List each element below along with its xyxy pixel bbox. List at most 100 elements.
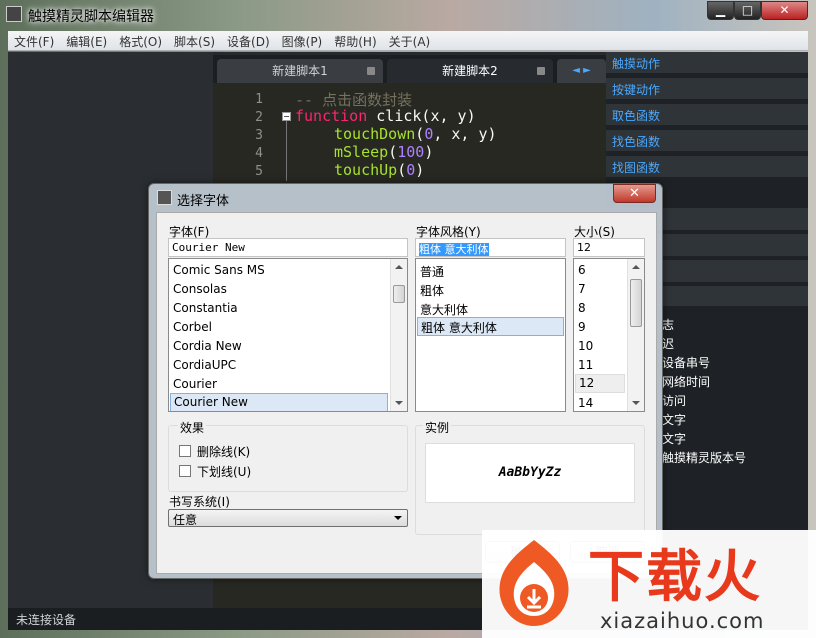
font-sample: AaBbYyZz [425,443,635,503]
font-option-selected[interactable]: Courier New [170,393,388,411]
underline-label: 下划线(U) [197,465,252,479]
menu-about[interactable]: 关于(A) [383,31,437,52]
font-list[interactable]: Comic Sans MS Consolas Constantia Corbel… [168,258,408,412]
brand-url: xiazaihuo.com [600,609,765,633]
size-option[interactable]: 14 [578,396,593,410]
panel-item[interactable]: 设备串号 [662,354,710,371]
maximize-button[interactable]: □ [734,1,761,20]
size-option[interactable]: 8 [578,301,586,315]
panel-item[interactable]: 访问 [662,392,686,409]
code-text: ( [415,125,425,143]
menu-file[interactable]: 文件(F) [8,31,60,52]
font-dialog: 选择字体 ✕ 字体(F) Courier New Comic Sans MS C… [148,183,663,579]
panel-item[interactable]: 迟 [662,335,674,352]
close-button[interactable]: ✕ [761,1,808,20]
panel-item[interactable]: 文字 [662,411,686,428]
style-option[interactable]: 粗体 [420,282,444,299]
watermark: 下载火 xiazaihuo.com [482,530,816,638]
tab-label: 新建脚本2 [442,64,498,78]
code-number: 0 [406,161,416,179]
menu-edit[interactable]: 编辑(E) [60,31,113,52]
font-option[interactable]: Courier [173,377,217,391]
font-option[interactable]: Comic Sans MS [173,263,265,277]
size-list-scrollbar[interactable] [627,259,644,411]
size-option-selected[interactable]: 12 [575,374,625,393]
script-select[interactable]: 任意 [168,509,408,527]
font-option[interactable]: Cordia New [173,339,242,353]
tab-script-2[interactable]: 新建脚本2 [387,59,553,83]
scroll-thumb[interactable] [630,279,642,327]
size-input[interactable]: 12 [573,238,645,257]
code-keyword: function [295,107,368,125]
chevron-down-icon [394,516,402,520]
menu-image[interactable]: 图像(P) [276,31,329,52]
strikeout-checkbox[interactable] [179,445,191,457]
scroll-thumb[interactable] [393,285,405,303]
style-option[interactable]: 普通 [420,263,444,280]
style-option-selected[interactable]: 粗体 意大利体 [417,317,564,336]
style-list[interactable]: 普通 粗体 意大利体 粗体 意大利体 [415,258,566,412]
tab-script-1[interactable]: 新建脚本1 [217,59,383,83]
strikeout-label: 删除线(K) [197,445,251,459]
code-text: ( [388,143,398,161]
style-input-value: 粗体 意大利体 [419,243,489,256]
font-input[interactable]: Courier New [168,238,408,257]
panel-item[interactable]: 志 [662,316,674,333]
code-text: click(x, y) [367,107,476,125]
tab-close-icon[interactable] [367,67,375,75]
scroll-up-icon[interactable] [395,265,403,269]
connection-status: 未连接设备 [16,613,77,627]
size-option[interactable]: 9 [578,320,586,334]
script-label: 书写系统(I) [169,495,230,509]
font-list-scrollbar[interactable] [390,259,407,411]
tab-next-icon[interactable]: ► [583,65,591,76]
effects-label: 效果 [178,419,207,436]
size-list[interactable]: 6 7 8 9 10 11 12 14 [573,258,645,412]
style-option[interactable]: 意大利体 [420,301,468,318]
code-number: 100 [397,143,425,161]
dialog-close-button[interactable]: ✕ [613,184,656,203]
tab-scroll-buttons: ◄ ► [557,59,606,83]
code-line: function click(x, y) [295,107,476,125]
line-number: 4 [255,146,263,161]
title-bar: 触摸精灵脚本编辑器 ▁ □ ✕ [0,0,816,30]
menu-help[interactable]: 帮助(H) [328,31,382,52]
dialog-icon [157,190,172,205]
menu-format[interactable]: 格式(O) [113,31,168,52]
code-line: mSleep(100) [334,143,433,161]
key-action-button[interactable]: 按键动作 [606,78,808,99]
font-option[interactable]: CordiaUPC [173,358,236,372]
underline-checkbox[interactable] [179,465,191,477]
scroll-down-icon[interactable] [632,401,640,405]
fold-guide [286,121,287,181]
tab-prev-icon[interactable]: ◄ [572,65,580,76]
size-option[interactable]: 10 [578,339,593,353]
panel-item[interactable]: 触摸精灵版本号 [662,449,746,466]
find-image-button[interactable]: 找图函数 [606,156,808,177]
minimize-button[interactable]: ▁ [707,1,734,20]
panel-item[interactable]: 文字 [662,430,686,447]
style-input[interactable]: 粗体 意大利体 [415,238,566,257]
size-option[interactable]: 6 [578,263,586,277]
fold-toggle-icon[interactable]: − [282,112,291,121]
size-option[interactable]: 7 [578,282,586,296]
scroll-up-icon[interactable] [632,265,640,269]
menu-script[interactable]: 脚本(S) [168,31,221,52]
app-icon [6,6,22,22]
size-option[interactable]: 11 [578,358,593,372]
font-option[interactable]: Corbel [173,320,212,334]
get-color-button[interactable]: 取色函数 [606,104,808,125]
find-color-button[interactable]: 找色函数 [606,130,808,151]
script-select-value: 任意 [173,513,198,527]
touch-action-button[interactable]: 触摸动作 [606,52,808,73]
line-number: 1 [255,92,263,107]
panel-item[interactable]: 网络时间 [662,373,710,390]
dialog-title: 选择字体 [177,194,230,209]
scroll-down-icon[interactable] [395,401,403,405]
brand-logo-icon [499,540,569,626]
tab-close-icon[interactable] [537,67,545,75]
menu-device[interactable]: 设备(D) [221,31,276,52]
code-number: 0 [424,125,434,143]
font-option[interactable]: Consolas [173,282,227,296]
font-option[interactable]: Constantia [173,301,238,315]
